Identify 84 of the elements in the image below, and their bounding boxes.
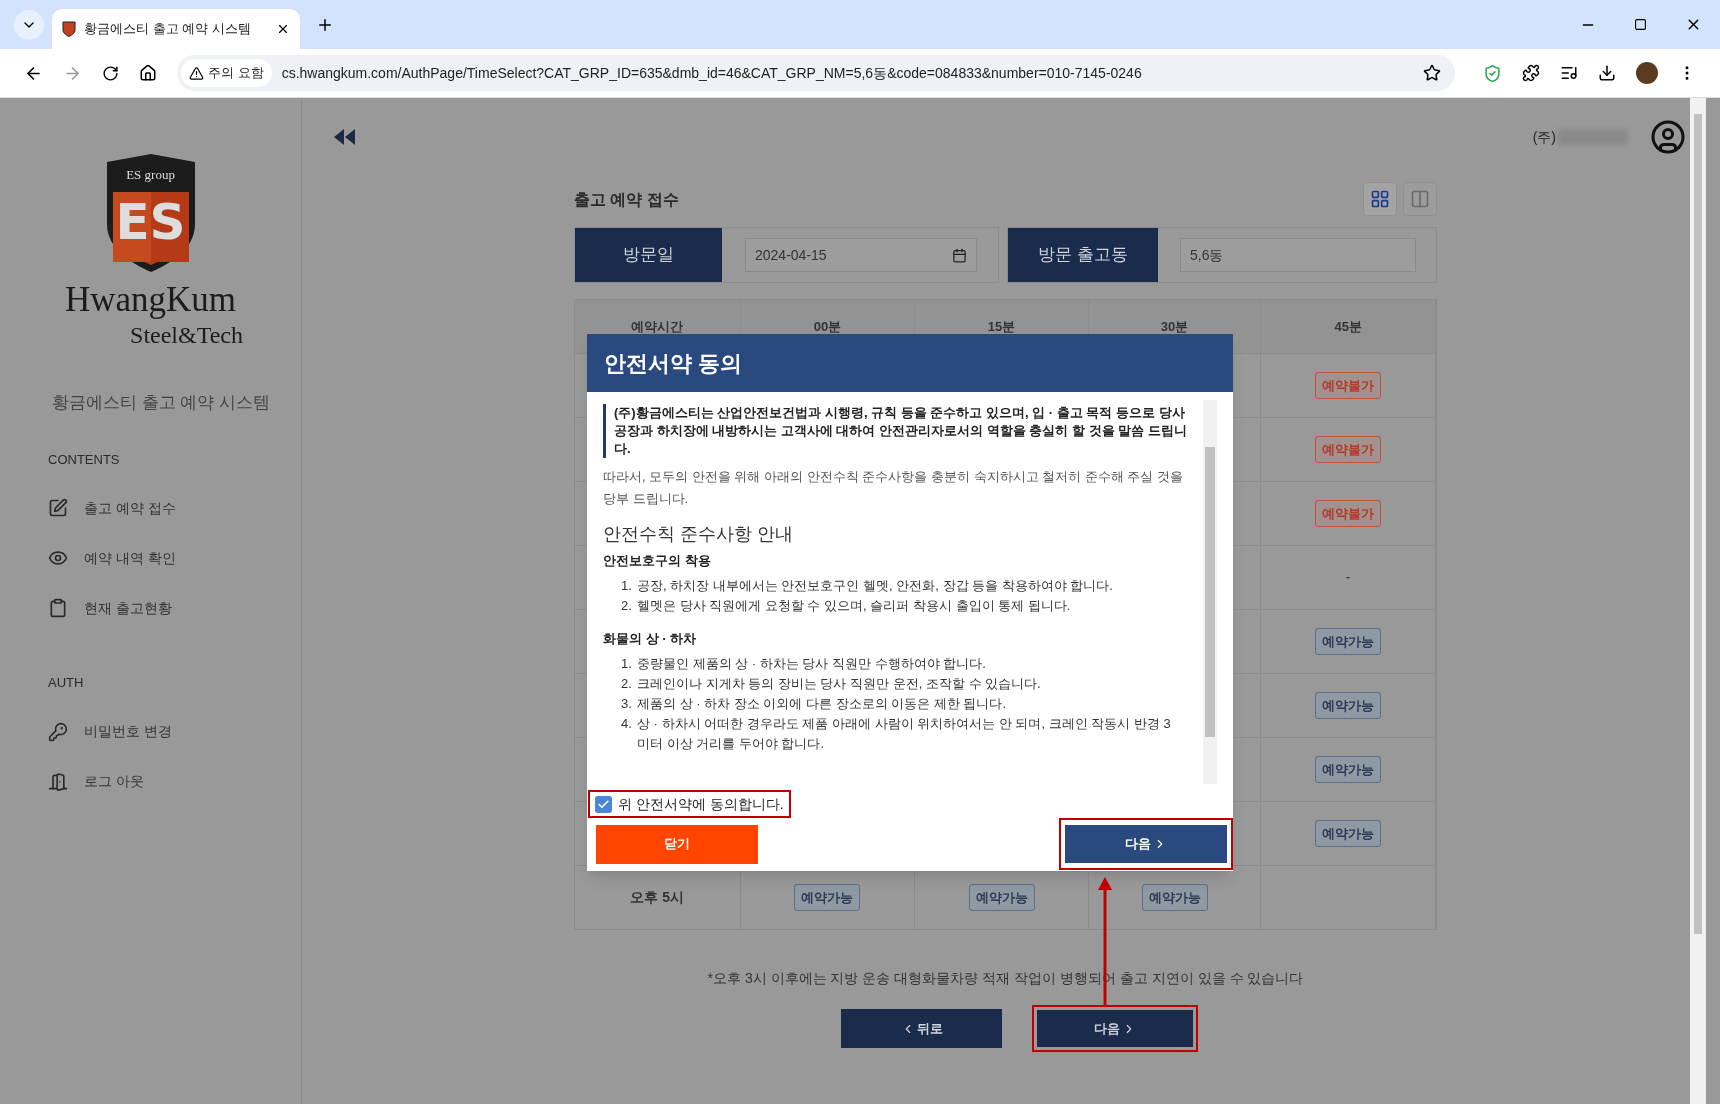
- warning-icon: [189, 65, 204, 81]
- calendar-icon[interactable]: [952, 247, 967, 263]
- list-number: 3.: [621, 695, 633, 713]
- sidebar-item[interactable]: 현재 출고현황: [0, 583, 301, 633]
- notice-quote: (주)황금에스티는 산업안전보건법과 시행령, 규칙 등을 준수하고 있으며, 입 · 출고 목적 등으로 당사 공장과 하치장에 내방하시는 고객사에 대하여 안전관리자로서의 역할을 충실히 할 것을 말씀 드립니다.: [603, 404, 1187, 458]
- list-number: 1.: [621, 577, 633, 595]
- sidebar-item[interactable]: 비밀번호 변경: [0, 706, 301, 757]
- date-field[interactable]: 2024-04-15: [745, 238, 977, 272]
- system-name: 황금에스티 출고 예약 시스템: [52, 392, 272, 414]
- security-warning-chip[interactable]: 주의 요함: [181, 59, 272, 87]
- section-heading: AUTH: [48, 674, 85, 692]
- page-title: 출고 예약 접수: [574, 190, 679, 210]
- available-slot-button[interactable]: 예약가능: [1315, 755, 1382, 784]
- close-icon[interactable]: [276, 22, 290, 36]
- profile-avatar[interactable]: [1636, 62, 1658, 84]
- bookmark-star-icon[interactable]: [1423, 64, 1441, 82]
- dock-field[interactable]: 5,6동: [1180, 238, 1416, 272]
- column-header: 45분: [1261, 300, 1436, 353]
- available-slot-button[interactable]: 예약가능: [1141, 883, 1208, 912]
- page-scrollbar[interactable]: [1690, 98, 1706, 1104]
- empty-slot-text: -: [1345, 568, 1351, 587]
- available-slot-button[interactable]: 예약가능: [1315, 691, 1382, 720]
- field-label: 방문일: [575, 228, 722, 282]
- close-button[interactable]: 닫기: [596, 824, 758, 864]
- next-button[interactable]: 다음: [1037, 1010, 1193, 1047]
- list-number: 2.: [621, 597, 633, 615]
- back-button[interactable]: 뒤로: [841, 1009, 1002, 1048]
- url-text: cs.hwangkum.com/AuthPage/TimeSelect?CAT_GRP_ID=635&dmb_id=46&CAT_GRP_NM=5,6동&code=084833&number=010-7145-0246: [281, 63, 1143, 83]
- grid-icon: [1370, 189, 1390, 209]
- sidebar-item[interactable]: 로그 아웃: [0, 756, 301, 807]
- maximize-icon[interactable]: [1634, 18, 1647, 31]
- browser-tab[interactable]: 황금에스티 출고 예약 시스템: [52, 9, 300, 49]
- sidebar-item[interactable]: 출고 예약 접수: [0, 483, 301, 533]
- unavailable-badge: 예약불가: [1315, 499, 1382, 528]
- rule-text: 헬멧은 당사 직원에게 요청할 수 있으며, 슬리퍼 착용시 출입이 통제 됩니다.: [637, 597, 1071, 615]
- tab-title: 황금에스티 출고 예약 시스템: [84, 20, 252, 39]
- agree-checkbox[interactable]: [595, 795, 612, 813]
- rule-text: 크레인이나 지게차 등의 장비는 당사 직원만 운전, 조작할 수 있습니다.: [637, 675, 1041, 693]
- company-prefix: (주): [1532, 127, 1556, 147]
- rules-subheading: 안전보호구의 착용: [603, 552, 712, 570]
- section-heading: CONTENTS: [48, 450, 121, 469]
- available-slot-button[interactable]: 예약가능: [794, 883, 861, 912]
- intro-paragraph: 따라서, 모두의 안전을 위해 아래의 안전수칙 준수사항을 충분히 숙지하시고 철저히 준수해 주실 것을 당부 드립니다.: [603, 468, 1184, 508]
- reload-icon[interactable]: [102, 64, 119, 82]
- shield-extension-icon[interactable]: [1483, 63, 1502, 83]
- collapse-sidebar-icon[interactable]: [334, 129, 356, 145]
- rules-subheading: 화물의 상 · 하차: [603, 630, 698, 648]
- rule-text: 제품의 상 · 하차 장소 이외에 다른 장소로의 이동은 제한 됩니다.: [637, 695, 1007, 713]
- user-avatar-icon[interactable]: [1650, 119, 1686, 155]
- tab-search-button[interactable]: [14, 9, 44, 40]
- columns-icon: [1410, 189, 1430, 209]
- sidebar-item[interactable]: 예약 내역 확인: [0, 533, 301, 583]
- rule-text: 상 · 하차시 어떠한 경우라도 제품 아래에 사람이 위치하여서는 안 되며, 크레인 작동시 반경 3 미터 이상 거리를 두어야 합니다.: [637, 715, 1172, 753]
- rule-text: 공장, 하치장 내부에서는 안전보호구인 헬멧, 안전화, 장갑 등을 착용하여야 합니다.: [637, 577, 1113, 595]
- brand-tagline: Steel&Tech: [130, 321, 243, 350]
- next-button[interactable]: 다음: [1065, 825, 1227, 863]
- dialog-scrollbar[interactable]: [1203, 400, 1217, 784]
- time-label: 오후 5시: [630, 888, 685, 907]
- list-number: 1.: [621, 655, 633, 673]
- rules-heading: 안전수칙 준수사항 안내: [603, 523, 794, 546]
- agree-label: 위 안전서약에 동의합니다.: [618, 794, 784, 814]
- shield-favicon-icon: [62, 21, 76, 37]
- extensions-icon[interactable]: [1522, 64, 1540, 82]
- available-slot-button[interactable]: 예약가능: [1315, 819, 1382, 848]
- grid-view-button[interactable]: [1363, 182, 1397, 216]
- available-slot-button[interactable]: 예약가능: [968, 883, 1035, 912]
- unavailable-badge: 예약불가: [1315, 371, 1382, 400]
- brand-name: HwangKum: [64, 280, 237, 320]
- available-slot-button[interactable]: 예약가능: [1315, 627, 1382, 656]
- eye-icon: [48, 548, 68, 568]
- list-number: 4.: [621, 715, 633, 733]
- clipboard-icon: [48, 598, 68, 618]
- list-number: 2.: [621, 675, 633, 693]
- door-icon: [48, 771, 68, 792]
- unavailable-badge: 예약불가: [1315, 435, 1382, 464]
- check-icon: [597, 797, 610, 811]
- download-icon[interactable]: [1598, 64, 1616, 82]
- edit-icon: [48, 498, 68, 518]
- address-bar[interactable]: 주의 요함 cs.hwangkum.com/AuthPage/TimeSelect?CAT_GRP_ID=635&dmb_id=46&CAT_GRP_NM=5,6동&code=084833&number=010-7145-0246: [177, 55, 1455, 91]
- home-icon[interactable]: [139, 64, 157, 82]
- rule-text: 중량물인 제품의 상 · 하차는 당사 직원만 수행하여야 합니다.: [637, 655, 986, 673]
- field-label: 방문 출고동: [1008, 228, 1158, 282]
- media-icon[interactable]: [1560, 64, 1578, 82]
- key-icon: [48, 721, 68, 742]
